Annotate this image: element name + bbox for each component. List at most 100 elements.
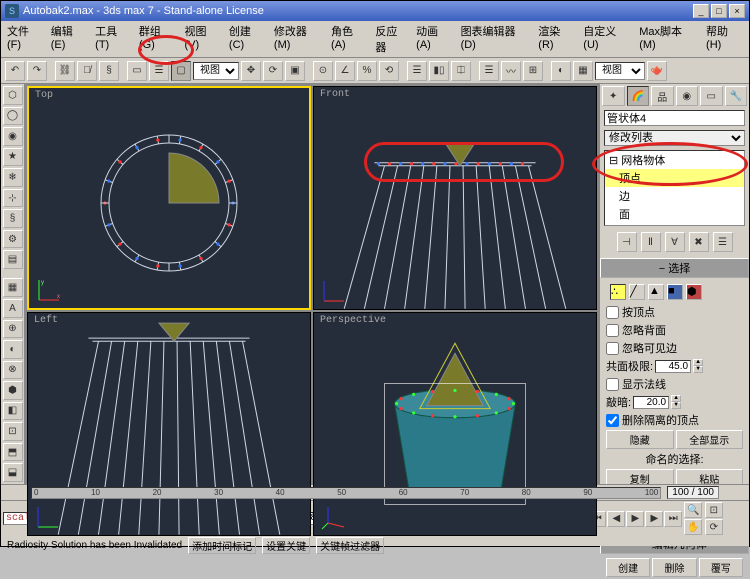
setkey-button[interactable]: 设置关键 — [262, 537, 310, 554]
tab-modeling-icon[interactable]: ▤ — [3, 250, 23, 269]
planar-thresh-input[interactable] — [655, 360, 691, 373]
addtime-button[interactable]: 添加时间标记 — [188, 537, 256, 554]
delete-iso-check[interactable] — [606, 414, 619, 427]
modify-tab-icon[interactable]: 🌈 — [627, 86, 650, 106]
menu-character[interactable]: 角色(A) — [331, 23, 367, 55]
link-button[interactable]: ⛓ — [55, 61, 75, 81]
tab-particles-icon[interactable]: ❄ — [3, 168, 23, 187]
menu-customize[interactable]: 自定义(U) — [583, 23, 631, 55]
tab-i-icon[interactable]: ⬓ — [3, 463, 23, 482]
select-scale-button[interactable]: ▣ — [285, 61, 305, 81]
render-preset-select[interactable]: 视图 — [595, 62, 645, 80]
tab-modifiers-icon[interactable]: ⚙ — [3, 230, 23, 249]
named-sel-button[interactable]: ☰ — [407, 61, 427, 81]
tab-objects-icon[interactable]: ⬡ — [3, 86, 23, 105]
tab-a-icon[interactable]: A — [3, 299, 23, 318]
viewport-left[interactable]: Left — [27, 312, 311, 536]
modifier-stack[interactable]: ⊟ 网格物体 顶点 边 面 多边形 元素 — [604, 150, 745, 226]
menu-file[interactable]: 文件(F) — [7, 23, 43, 55]
stack-poly[interactable]: 多边形 — [605, 223, 744, 226]
pan-icon[interactable]: ✋ — [684, 519, 702, 535]
select-rotate-button[interactable]: ⟳ — [263, 61, 283, 81]
render-scene-button[interactable]: ▦ — [573, 61, 593, 81]
menu-grapheditors[interactable]: 图表编辑器(D) — [461, 23, 531, 55]
config-stack-icon[interactable]: ☰ — [713, 232, 733, 252]
close-button[interactable]: × — [729, 4, 745, 18]
tab-compounds-icon[interactable]: ◉ — [3, 127, 23, 146]
mirror-button[interactable]: ▮▯ — [429, 61, 449, 81]
play-icon[interactable]: ▶ — [626, 511, 644, 527]
ignore-visible-check[interactable] — [606, 342, 619, 355]
align-button[interactable]: ⎅ — [451, 61, 471, 81]
menu-views[interactable]: 视图(V) — [185, 23, 221, 55]
next-frame-icon[interactable]: ▶ — [645, 511, 663, 527]
ignore-backfacing-check[interactable] — [606, 324, 619, 337]
override-button[interactable]: 覆写 — [699, 558, 743, 577]
viewport-perspective[interactable]: Perspective — [313, 312, 597, 536]
tab-rendering-icon[interactable]: ▦ — [3, 278, 23, 297]
maximize-button[interactable]: □ — [711, 4, 727, 18]
hide-button[interactable]: 隐藏 — [606, 430, 674, 449]
keyfilter-button[interactable]: 关键帧过滤器 — [316, 537, 384, 554]
select-region-button[interactable]: ▢ — [171, 61, 191, 81]
object-name-input[interactable] — [604, 110, 745, 126]
subobj-face-button[interactable]: ▲ — [648, 284, 664, 300]
bind-spacewarp-button[interactable]: § — [99, 61, 119, 81]
stack-vertex[interactable]: 顶点 — [605, 169, 744, 187]
menu-rendering[interactable]: 渲染(R) — [538, 23, 575, 55]
layers-button[interactable]: ☰ — [479, 61, 499, 81]
minimize-button[interactable]: _ — [693, 4, 709, 18]
rollout-selection[interactable]: − 选择 — [600, 258, 749, 278]
menu-animation[interactable]: 动画(A) — [416, 23, 452, 55]
curve-editor-button[interactable]: 〰 — [501, 61, 521, 81]
menu-group[interactable]: 群组(G) — [139, 23, 177, 55]
normal-scale-input[interactable] — [633, 396, 669, 409]
tab-h-icon[interactable]: ⬒ — [3, 443, 23, 462]
delete-geo-button[interactable]: 删除 — [652, 558, 696, 577]
quick-render-button[interactable]: 🫖 — [647, 61, 667, 81]
undo-button[interactable]: ↶ — [5, 61, 25, 81]
tab-c-icon[interactable]: ◐ — [3, 340, 23, 359]
stack-face[interactable]: 面 — [605, 205, 744, 223]
viewport-top[interactable]: Top xy — [27, 86, 311, 310]
tab-helpers-icon[interactable]: ⊹ — [3, 189, 23, 208]
tab-lights-icon[interactable]: ★ — [3, 148, 23, 167]
hierarchy-tab-icon[interactable]: 品 — [651, 86, 674, 106]
subobj-edge-button[interactable]: ╱ — [629, 284, 645, 300]
tab-d-icon[interactable]: ⊗ — [3, 361, 23, 380]
by-vertex-check[interactable] — [606, 306, 619, 319]
menu-modifiers[interactable]: 修改器(M) — [274, 23, 323, 55]
arc-rotate-icon[interactable]: ⟳ — [705, 519, 723, 535]
menu-help[interactable]: 帮助(H) — [706, 23, 743, 55]
utilities-tab-icon[interactable]: 🔧 — [725, 86, 748, 106]
unhideall-button[interactable]: 全部显示 — [676, 430, 744, 449]
subobj-poly-button[interactable]: ■ — [667, 284, 683, 300]
unique-icon[interactable]: ∀ — [665, 232, 685, 252]
stack-mesh[interactable]: ⊟ 网格物体 — [605, 151, 744, 169]
select-move-button[interactable]: ✥ — [241, 61, 261, 81]
select-name-button[interactable]: ☰ — [149, 61, 169, 81]
menu-create[interactable]: 创建(C) — [229, 23, 266, 55]
material-editor-button[interactable]: ◐ — [551, 61, 571, 81]
spinner-down-icon[interactable]: ▼ — [693, 366, 703, 373]
stack-edge[interactable]: 边 — [605, 187, 744, 205]
tab-shapes-icon[interactable]: ◯ — [3, 107, 23, 126]
show-end-icon[interactable]: Ⅱ — [641, 232, 661, 252]
menu-edit[interactable]: 编辑(E) — [51, 23, 87, 55]
zoom-icon[interactable]: 🔍 — [684, 502, 702, 518]
spinner-up-icon[interactable]: ▲ — [693, 359, 703, 366]
tab-f-icon[interactable]: ◧ — [3, 402, 23, 421]
create-tab-icon[interactable]: ✦ — [602, 86, 625, 106]
display-tab-icon[interactable]: ▭ — [700, 86, 723, 106]
menu-tools[interactable]: 工具(T) — [95, 23, 131, 55]
select-button[interactable]: ▭ — [127, 61, 147, 81]
percent-snap-toggle[interactable]: % — [357, 61, 377, 81]
snap-toggle[interactable]: ⊙ — [313, 61, 333, 81]
motion-tab-icon[interactable]: ◉ — [676, 86, 699, 106]
time-slider[interactable]: 0102030405060708090100 100 / 100 — [1, 484, 749, 500]
zoom-all-icon[interactable]: ⊡ — [705, 502, 723, 518]
create-geo-button[interactable]: 创建 — [606, 558, 650, 577]
subobj-vertex-button[interactable]: ∴ — [610, 284, 626, 300]
tab-b-icon[interactable]: ⊕ — [3, 320, 23, 339]
goto-end-icon[interactable]: ⏭ — [664, 511, 682, 527]
